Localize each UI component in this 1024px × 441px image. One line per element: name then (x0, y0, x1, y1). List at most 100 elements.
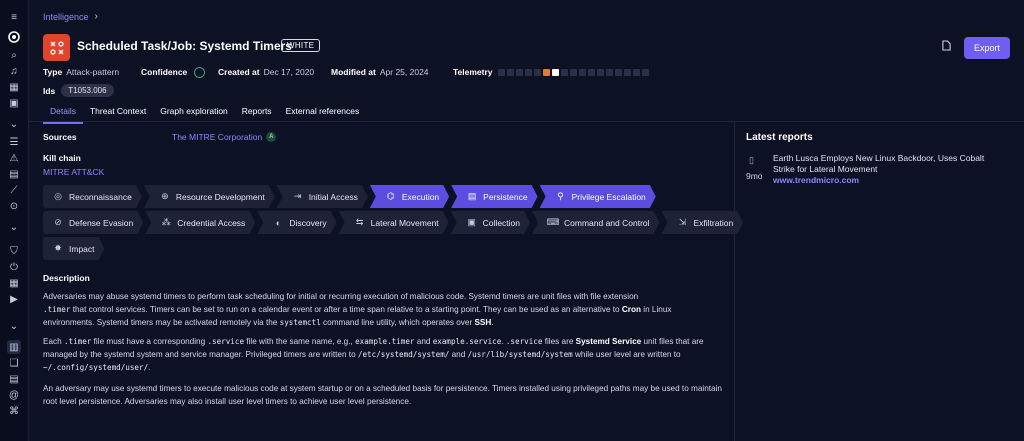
plug-icon[interactable]: ⏻ (7, 260, 21, 274)
type-field: Type Attack-pattern (43, 67, 119, 77)
kill-chain-phase-defense-evasion[interactable]: ⊘ Defense Evasion (43, 211, 143, 234)
hamburger-menu-icon[interactable]: ≡ (7, 10, 21, 24)
source-link[interactable]: The MITRE Corporation A (172, 132, 277, 142)
target-icon[interactable]: ⊙ (7, 199, 21, 213)
reconnaissance-icon: ◎ (54, 191, 62, 201)
ids-field: Ids T1053.006 (43, 84, 114, 97)
report-title[interactable]: Earth Lusca Employs New Linux Backdoor, … (773, 153, 1003, 175)
search-icon[interactable]: ⌕ (7, 48, 21, 62)
kill-chain-phase-privilege-escalation[interactable]: ⚲ Privilege Escalation (540, 185, 656, 208)
case-icon[interactable]: ▤ (7, 167, 21, 181)
shield-icon[interactable]: ⛉ (7, 244, 21, 258)
telemetry-cell (516, 69, 523, 76)
inbox-icon[interactable]: ▣ (7, 96, 21, 110)
lateral-movement-icon: ⇆ (355, 217, 364, 227)
kill-chain-row-3: ✸ Impact (43, 237, 107, 260)
description-paragraph-3: An adversary may use systemd timers to e… (43, 384, 722, 406)
telemetry-cell (534, 69, 541, 76)
command-and-control-icon: ⌨ (546, 217, 560, 227)
source-reliability-badge: A (266, 132, 277, 142)
telemetry-cell (570, 69, 577, 76)
library-icon[interactable]: ▥ (7, 340, 21, 354)
kill-chain-row-2: ⊘ Defense Evasion ⁂ Credential Access ◐ Disco… (43, 211, 745, 234)
kill-chain-phase-exfiltration[interactable]: ⇲ Exfiltration (662, 211, 744, 234)
bell-icon[interactable]: ♫ (7, 64, 21, 78)
chart-icon[interactable]: ⟋ (7, 183, 21, 197)
modified-value: Apr 25, 2024 (379, 67, 429, 77)
telemetry-cell (561, 69, 568, 76)
tlp-badge: WHITE (281, 39, 321, 52)
document-icon[interactable]: ▤ (7, 372, 21, 386)
app-logo-icon[interactable] (7, 30, 21, 44)
description-paragraph-1: Adversaries may abuse systemd timers to … (43, 292, 672, 327)
grid-icon[interactable]: ▦ (7, 80, 21, 94)
execution-icon: ⌬ (386, 191, 395, 201)
description-label: Description (43, 273, 90, 283)
kill-chain-phase-impact[interactable]: ✸ Impact (43, 237, 105, 260)
kill-chain-phase-execution[interactable]: ⌬ Execution (370, 185, 449, 208)
type-label: Type (43, 67, 63, 77)
chevron-down-icon-2[interactable]: ⌄ (7, 220, 21, 234)
kill-chain-phase-credential-access[interactable]: ⁂ Credential Access (145, 211, 255, 234)
panel-divider (734, 121, 735, 441)
kill-chain-framework[interactable]: MITRE ATT&CK (43, 167, 104, 177)
breadcrumb-intelligence-link[interactable]: Intelligence (43, 12, 89, 22)
kill-chain-phase-reconnaissance[interactable]: ◎ Reconnaissance (43, 185, 142, 208)
source-name[interactable]: The MITRE Corporation (172, 132, 262, 142)
report-document-icon: ▯ (749, 155, 754, 165)
bookmark-icon[interactable]: ❏ (7, 356, 21, 370)
breadcrumb: Intelligence › (43, 11, 98, 22)
kill-chain-phase-label: Command and Control (564, 217, 650, 228)
telemetry-cell (498, 69, 505, 76)
kill-chain-phase-resource-development[interactable]: ⊕ Resource Development (144, 185, 275, 208)
exfiltration-icon: ⇲ (678, 217, 687, 227)
kill-chain-phase-discovery[interactable]: ◐ Discovery (257, 211, 336, 234)
chevron-right-icon: › (94, 11, 98, 22)
chevron-down-icon-3[interactable]: ⌄ (7, 319, 21, 333)
export-button[interactable]: Export (964, 37, 1010, 59)
modified-field: Modified at Apr 25, 2024 (331, 67, 429, 77)
telemetry-cell (642, 69, 649, 76)
modified-label: Modified at (331, 67, 376, 77)
chevron-down-icon[interactable]: ⌄ (7, 117, 21, 131)
sources-label: Sources (43, 132, 77, 142)
table-icon[interactable]: ▦ (7, 276, 21, 290)
list-icon[interactable]: ☰ (7, 135, 21, 149)
impact-icon: ✸ (54, 243, 62, 253)
kill-chain-phase-label: Resource Development (175, 191, 265, 202)
kill-chain-phase-lateral-movement[interactable]: ⇆ Lateral Movement (339, 211, 449, 234)
attack-pattern-icon (43, 34, 70, 61)
telemetry-cell (615, 69, 622, 76)
left-nav-rail: ≡ ⌕ ♫ ▦ ▣ ⌄ ☰ ⚠ ▤ ⟋ ⊙ ⌄ ⛉ ⏻ ▦ ▶ ⌄ ▥ ❏ ▤ … (0, 0, 29, 441)
collection-icon: ▣ (467, 217, 476, 227)
telemetry-bar (498, 69, 649, 76)
kill-chain-phase-command-and-control[interactable]: ⌨ Command and Control (532, 211, 660, 234)
latest-reports-title: Latest reports (746, 132, 813, 143)
created-value: Dec 17, 2020 (263, 67, 315, 77)
document-icon-button[interactable] (942, 40, 951, 53)
created-field: Created at Dec 17, 2020 (218, 67, 314, 77)
confidence-indicator-icon (194, 67, 206, 79)
at-icon[interactable]: @ (7, 388, 21, 402)
telemetry-cell (507, 69, 514, 76)
discovery-icon: ◐ (275, 217, 282, 228)
kill-chain-phase-collection[interactable]: ▣ Collection (451, 211, 530, 234)
kill-chain-phase-persistence[interactable]: ▤ Persistence (451, 185, 537, 208)
kill-chain-phase-label: Lateral Movement (370, 217, 439, 228)
kill-chain-phase-initial-access[interactable]: ⇥ Initial Access (277, 185, 368, 208)
confidence-field: Confidence (141, 67, 206, 79)
report-source-link[interactable]: www.trendmicro.com (773, 175, 859, 185)
telemetry-cell (579, 69, 586, 76)
telemetry-cell (588, 69, 595, 76)
telemetry-cell (543, 69, 550, 76)
kill-chain-phase-label: Privilege Escalation (571, 191, 646, 202)
id-chip[interactable]: T1053.006 (61, 84, 114, 97)
kill-chain-phase-label: Reconnaissance (69, 191, 132, 202)
kill-chain-phase-label: Discovery (289, 217, 327, 228)
credential-access-icon: ⁂ (161, 217, 171, 227)
telemetry-cell (624, 69, 631, 76)
warning-icon[interactable]: ⚠ (7, 151, 21, 165)
network-icon[interactable]: ⌘ (7, 404, 21, 418)
kill-chain-phase-label: Collection (482, 217, 520, 228)
play-icon[interactable]: ▶ (7, 292, 21, 306)
